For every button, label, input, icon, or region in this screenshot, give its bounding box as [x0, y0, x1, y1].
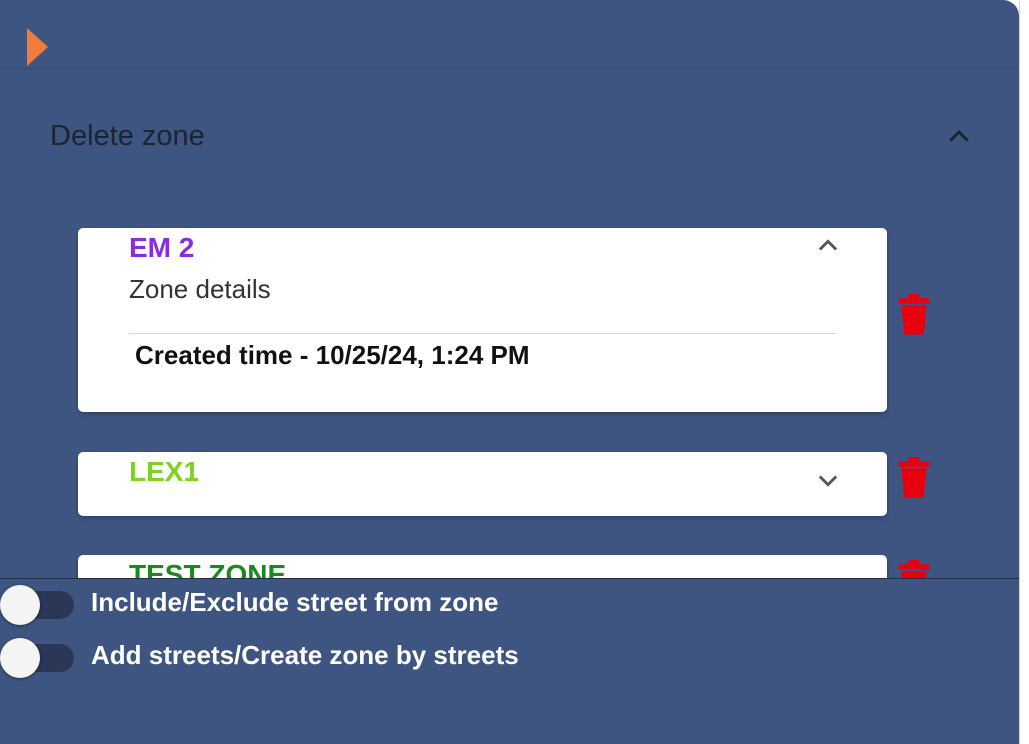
chevron-down-icon[interactable]	[814, 569, 842, 578]
window-edge	[1019, 0, 1029, 744]
toggle-knob[interactable]	[0, 638, 40, 678]
divider	[129, 333, 836, 334]
zone-card-em-2[interactable]: EM 2 Zone details Created time - 10/25/2…	[78, 228, 887, 412]
toggle-label: Include/Exclude street from zone	[91, 587, 499, 617]
trash-icon[interactable]	[897, 457, 931, 499]
toggle-label: Add streets/Create zone by streets	[91, 640, 519, 670]
chevron-up-icon[interactable]	[814, 232, 842, 260]
chevron-down-icon[interactable]	[814, 466, 842, 494]
add-streets-toggle-row: Add streets/Create zone by streets	[0, 634, 700, 678]
zone-details-label: Zone details	[129, 274, 271, 304]
delete-zone-section-header[interactable]: Delete zone	[0, 100, 1019, 180]
section-title: Delete zone	[50, 120, 205, 152]
trash-icon[interactable]	[897, 294, 931, 336]
toggle-knob[interactable]	[0, 585, 40, 625]
play-triangle-icon[interactable]	[27, 28, 48, 66]
zone-name: TEST ZONE	[129, 559, 287, 578]
zone-name: LEX1	[129, 456, 200, 487]
created-time: Created time - 10/25/24, 1:24 PM	[135, 340, 530, 370]
zone-panel: Delete zone EM 2 Zone details Created ti…	[0, 0, 1019, 744]
zone-card-lex1[interactable]: LEX1	[78, 452, 887, 516]
chevron-up-icon[interactable]	[944, 122, 974, 152]
divider	[0, 68, 1019, 69]
trash-icon[interactable]	[897, 560, 931, 578]
zone-name: EM 2	[129, 232, 195, 263]
zone-card-test-zone[interactable]: TEST ZONE	[78, 555, 887, 578]
divider	[0, 578, 1019, 579]
zone-list: EM 2 Zone details Created time - 10/25/2…	[0, 200, 1019, 578]
include-exclude-street-toggle-row: Include/Exclude street from zone	[0, 581, 700, 625]
